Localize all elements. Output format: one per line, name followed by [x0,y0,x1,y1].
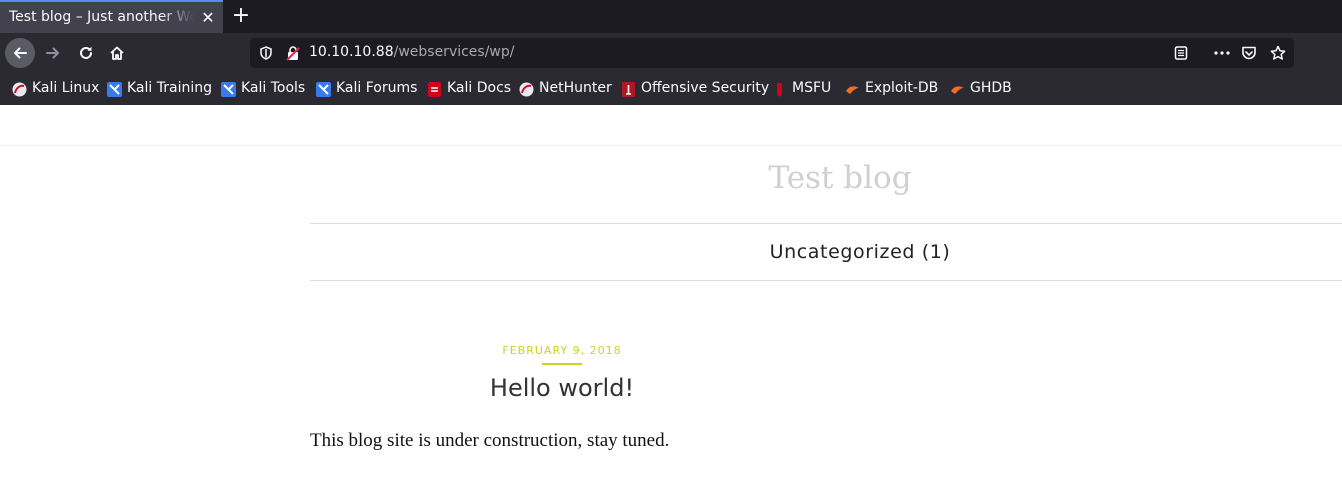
menu-bottom-divider [310,280,1342,281]
menu-item-count: (1) [921,241,951,263]
shield-icon[interactable] [259,46,273,60]
kali-forums-icon [316,82,331,97]
navigation-toolbar: 10.10.10.88/webservices/wp/ [0,33,1342,72]
post-title[interactable]: Hello world! [412,374,712,402]
url-bar[interactable]: 10.10.10.88/webservices/wp/ [250,38,1294,68]
bookmark-label: Offensive Security [641,80,770,96]
url-text[interactable]: 10.10.10.88/webservices/wp/ [309,44,515,60]
forward-button[interactable] [38,38,68,68]
reader-view-icon[interactable] [1174,46,1188,60]
new-tab-button[interactable]: + [229,4,253,28]
back-button[interactable] [5,38,35,68]
arrow-left-icon [14,47,27,59]
menu-top-divider [310,223,1342,224]
bookmark-label: MSFU [792,80,832,96]
site-title[interactable]: Test blog [560,160,1120,196]
bookmark-label: Kali Docs [447,80,512,96]
bookmark-label: NetHunter [539,80,612,96]
arrow-right-icon [46,47,59,59]
menu-item-label[interactable]: Uncategorized [770,241,915,263]
insecure-lock-icon[interactable] [286,45,300,61]
browser-tab[interactable]: Test blog – Just another WordPress site … [0,0,223,33]
bookmark-label: Kali Linux [32,80,100,96]
more-actions-icon[interactable] [1214,51,1230,55]
home-button[interactable] [102,38,132,68]
bookmarks-toolbar: Kali Linux Kali Training Kali Tools Kali… [0,77,1342,101]
bookmark-label: Kali Training [127,80,212,96]
nethunter-icon [519,82,534,97]
web-page: Test blog Uncategorized (1) FEBRUARY 9, … [0,105,1342,479]
kali-docs-icon [428,82,441,97]
ghdb-icon [951,86,964,94]
url-host: 10.10.10.88 [309,44,394,60]
url-path: /webservices/wp/ [393,44,515,60]
kali-training-icon [107,82,122,97]
offsec-icon [622,82,635,97]
msfu-icon [777,83,782,97]
tab-title-fade [160,4,194,32]
date-underline [542,363,582,365]
header-divider [0,145,1342,146]
post-body: This blog site is under construction, st… [310,430,670,451]
reload-icon [80,46,92,59]
bookmark-star-icon[interactable] [1270,45,1286,61]
home-icon [110,46,124,60]
tab-bar: Test blog – Just another WordPress site … [0,0,1342,33]
close-tab-icon[interactable]: ✕ [198,8,218,28]
browser-chrome: Test blog – Just another WordPress site … [0,0,1342,105]
kali-tools-icon [221,82,236,97]
bookmark-label: Exploit-DB [865,80,939,96]
exploit-db-icon [846,86,859,94]
menu-item-uncategorized[interactable]: Uncategorized (1) [560,241,1160,263]
post-date[interactable]: FEBRUARY 9, 2018 [462,344,662,357]
kali-dragon-icon [12,82,27,97]
bookmark-label: Kali Tools [241,80,306,96]
reload-button[interactable] [71,38,101,68]
pocket-icon[interactable] [1241,46,1257,61]
bookmark-label: GHDB [970,80,1012,96]
bookmark-label: Kali Forums [336,80,418,96]
